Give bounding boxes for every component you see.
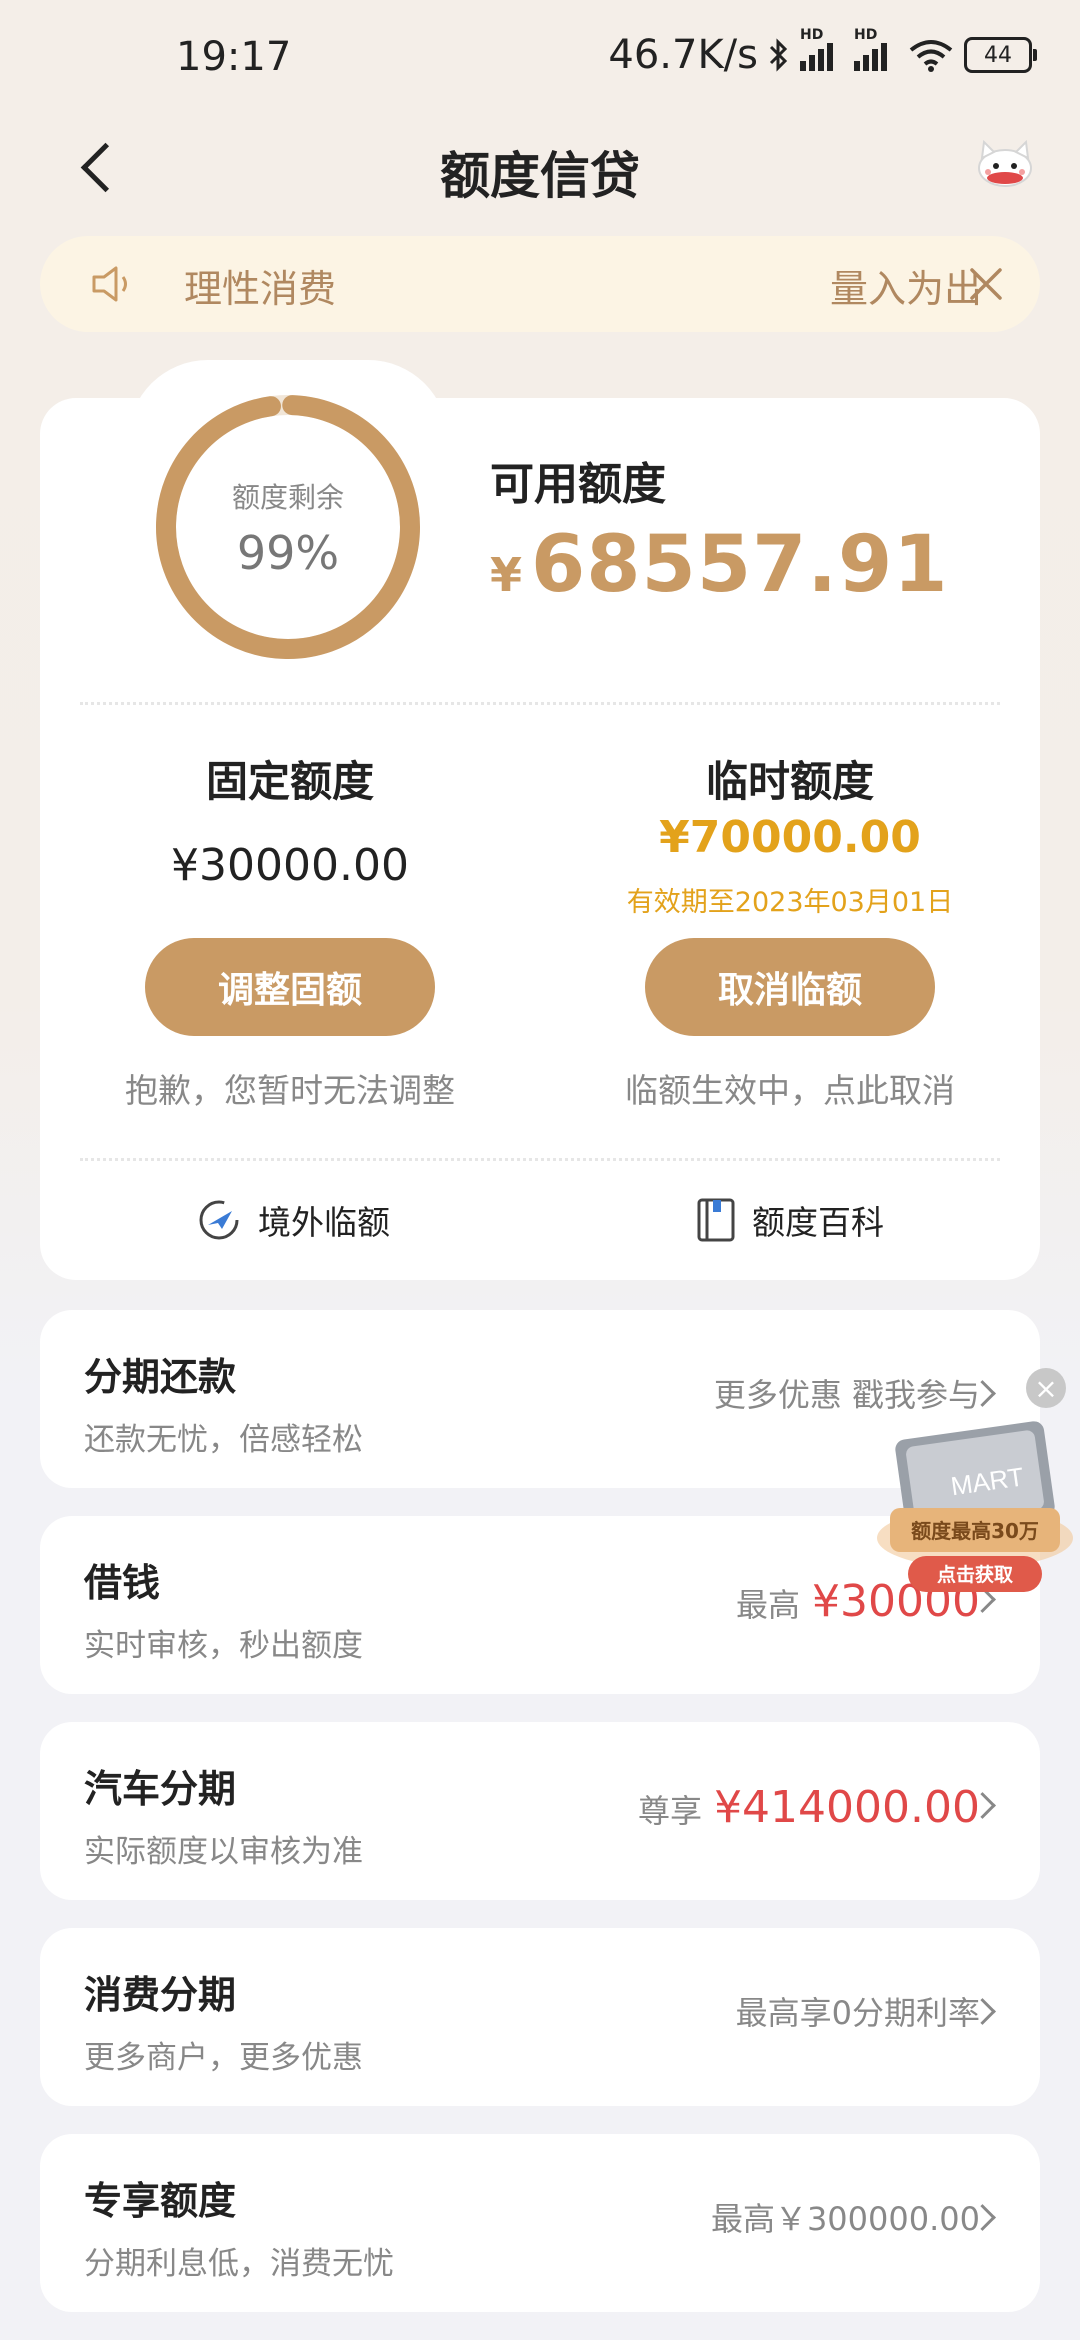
- promo-line1: 额度最高30万: [911, 1519, 1039, 1543]
- fixed-quota-amount: ¥30000.00: [171, 840, 409, 891]
- currency-symbol: ¥: [490, 548, 524, 602]
- status-icons: 46.7K/s HD HD 44: [608, 27, 1037, 78]
- row-car-installment[interactable]: 汽车分期 实际额度以审核为准 尊享 ¥414000.00: [40, 1722, 1040, 1900]
- temp-quota-amount: ¥70000.00: [659, 812, 921, 863]
- status-time: 19:17: [176, 34, 292, 80]
- row-subtitle: 实时审核，秒出额度: [84, 1628, 363, 1664]
- speaker-icon: [92, 266, 127, 302]
- row-title: 消费分期: [84, 1973, 237, 2017]
- book-icon: [697, 1198, 735, 1242]
- hd-label: HD: [800, 27, 824, 43]
- fixed-quota-note: 抱歉，您暂时无法调整: [125, 1071, 455, 1110]
- nav-bar: 额度信贷: [0, 120, 1080, 220]
- row-consumer-installment[interactable]: 消费分期 更多商户，更多优惠 最高享0分期利率: [40, 1928, 1040, 2106]
- overseas-quota-link[interactable]: 境外临额: [196, 1196, 390, 1244]
- temp-quota-note[interactable]: 临额生效中，点此取消: [570, 1064, 1010, 1112]
- row-subtitle: 分期利息低，消费无忧: [84, 2246, 394, 2282]
- hd-label: HD: [854, 27, 878, 43]
- fixed-quota-title: 固定额度: [205, 757, 374, 806]
- ring-label: 额度剩余: [231, 481, 344, 514]
- quota-wiki-link[interactable]: 额度百科: [696, 1196, 884, 1244]
- close-icon[interactable]: [962, 260, 1010, 308]
- row-subtitle: 还款无忧，倍感轻松: [84, 1422, 363, 1458]
- cancel-temp-button[interactable]: 取消临额: [645, 938, 935, 1036]
- row-title: 汽车分期: [84, 1767, 237, 1811]
- divider: [80, 1158, 1000, 1161]
- row-right-text: 最高享0分期利率: [735, 1994, 980, 2032]
- row-subtitle: 实际额度以审核为准: [84, 1834, 363, 1870]
- wifi-icon: [909, 40, 953, 72]
- row-right-info: 尊享 ¥414000.00: [638, 1782, 980, 1833]
- row-subtitle: 更多商户，更多优惠: [84, 2040, 363, 2076]
- row-exclusive-quota[interactable]: 专享额度 分期利息低，消费无忧 最高￥300000.00: [40, 2134, 1040, 2312]
- row-title: 借钱: [84, 1561, 161, 1605]
- available-amount-value: 68557.91: [531, 520, 949, 610]
- signal-icon: HD: [800, 27, 844, 71]
- signal-icon: HD: [854, 27, 898, 71]
- divider: [80, 702, 1000, 705]
- notice-banner[interactable]: 理性消费 量入为出: [40, 236, 1040, 332]
- mascot-icon[interactable]: [970, 132, 1040, 192]
- row-right-info: 最高享0分期利率: [736, 1988, 980, 2034]
- plane-globe-icon: [199, 1200, 239, 1240]
- row-right-text: 最高￥300000.00: [710, 2200, 980, 2238]
- promo-button: 点击获取: [937, 1563, 1013, 1586]
- row-right-info: 最高￥300000.00: [711, 2194, 980, 2240]
- adjust-fixed-button[interactable]: 调整固额: [145, 938, 435, 1036]
- status-bar: 19:17 46.7K/s HD HD 44: [0, 0, 1080, 120]
- quota-wiki-label: 额度百科: [752, 1203, 884, 1242]
- row-right-amount: ¥414000.00: [714, 1782, 980, 1833]
- temp-quota-valid: 有效期至2023年03月01日: [626, 887, 954, 918]
- ring-percent: 99%: [236, 526, 340, 580]
- available-amount: ¥68557.91: [490, 520, 949, 610]
- row-title: 分期还款: [84, 1355, 237, 1399]
- row-right-text: 最高: [736, 1586, 801, 1624]
- notice-text-scroll: 量入为出: [830, 267, 980, 311]
- battery-icon: 44: [964, 37, 1037, 73]
- promo-close-button[interactable]: ×: [1026, 1368, 1066, 1408]
- available-label: 可用额度: [490, 459, 666, 510]
- network-speed: 46.7K/s: [608, 32, 758, 78]
- notice-text: 理性消费: [184, 267, 337, 311]
- row-right-text: 尊享: [638, 1792, 703, 1830]
- page-title: 额度信贷: [440, 147, 640, 205]
- overseas-quota-label: 境外临额: [258, 1203, 390, 1242]
- temp-quota-title: 临时额度: [705, 757, 874, 806]
- bluetooth-icon: [769, 38, 788, 72]
- row-title: 专享额度: [84, 2179, 237, 2223]
